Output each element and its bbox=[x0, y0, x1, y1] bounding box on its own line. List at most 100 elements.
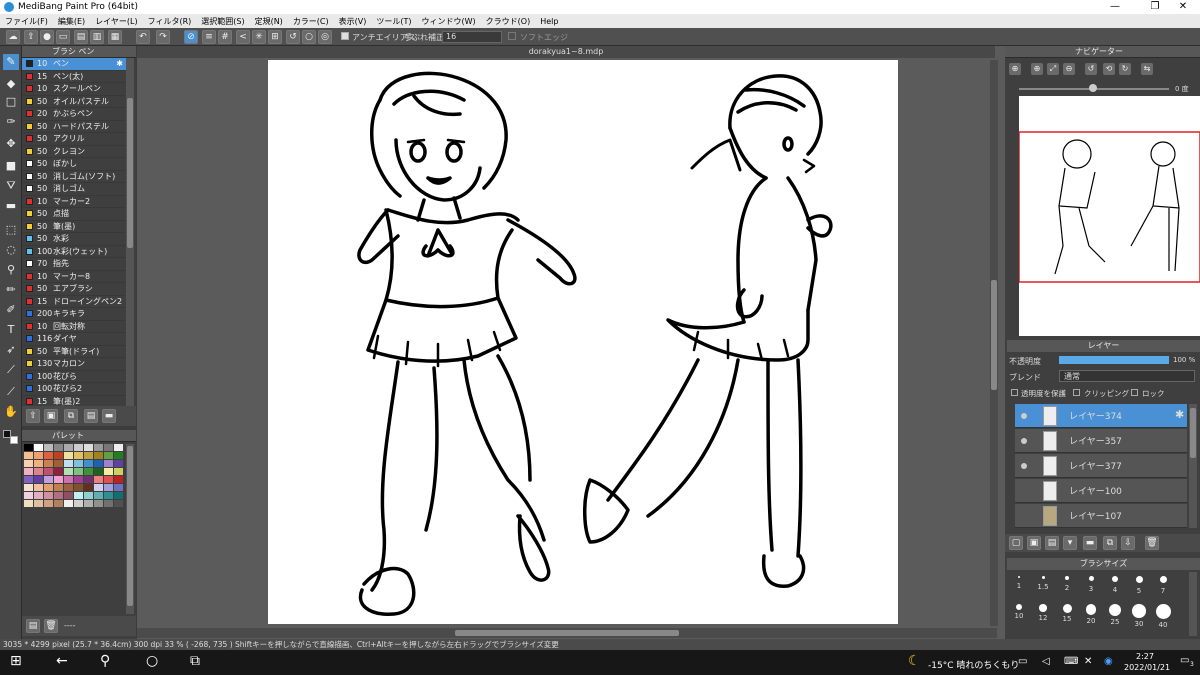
brush-item[interactable]: 50 ハードパステル bbox=[22, 121, 126, 133]
palette-swatch[interactable] bbox=[114, 476, 123, 483]
palette-swatch[interactable] bbox=[114, 492, 123, 499]
palette-swatch[interactable] bbox=[114, 500, 123, 507]
folder-icon[interactable]: ▬ bbox=[1083, 536, 1097, 550]
palette-swatch[interactable] bbox=[64, 492, 73, 499]
brush-item[interactable]: 50 水彩 bbox=[22, 233, 126, 246]
palette-swatch[interactable] bbox=[34, 484, 43, 491]
menu-select[interactable]: 選択範囲(S) bbox=[196, 16, 249, 27]
brush-scroll-thumb[interactable] bbox=[127, 98, 133, 248]
snap-grid-icon[interactable]: # bbox=[218, 30, 232, 44]
snap-curve-icon[interactable]: ↺ bbox=[286, 30, 300, 44]
palette-swatch[interactable] bbox=[74, 468, 83, 475]
palette-swatch[interactable] bbox=[74, 500, 83, 507]
brush-item[interactable]: 200 キラキラ bbox=[22, 308, 126, 321]
menu-edit[interactable]: 編集(E) bbox=[53, 16, 90, 27]
palette-swatch[interactable] bbox=[84, 468, 93, 475]
palette-swatch[interactable] bbox=[44, 484, 53, 491]
palette-swatch[interactable] bbox=[34, 492, 43, 499]
select-eraser-icon[interactable]: ✐ bbox=[3, 302, 19, 318]
dropper-tool-icon[interactable]: ⟋ bbox=[3, 384, 19, 400]
brush-copy-icon[interactable]: ⧉ bbox=[64, 409, 78, 423]
brush-size-option[interactable]: 40 bbox=[1151, 604, 1175, 629]
palette-swatch[interactable] bbox=[114, 460, 123, 467]
palette-swatch[interactable] bbox=[24, 444, 33, 451]
palette-swatch[interactable] bbox=[54, 468, 63, 475]
brush-tool-icon[interactable]: ✎ bbox=[3, 54, 19, 70]
opacity-slider[interactable] bbox=[1059, 356, 1169, 364]
delete-layer-icon[interactable]: 🗑 bbox=[1145, 536, 1159, 550]
navigator-thumbnail[interactable] bbox=[1018, 96, 1200, 336]
menu-help[interactable]: Help bbox=[535, 17, 563, 26]
layer-row[interactable]: レイヤー100 bbox=[1015, 479, 1187, 503]
palette-swatch[interactable] bbox=[84, 500, 93, 507]
menu-window[interactable]: ウィンドウ(W) bbox=[417, 16, 481, 27]
palette-swatch[interactable] bbox=[64, 468, 73, 475]
palette-swatch[interactable] bbox=[104, 444, 113, 451]
hand-tool-icon[interactable]: ✋ bbox=[3, 404, 19, 420]
gradient-tool-icon[interactable]: ▬ bbox=[3, 198, 19, 214]
text-tool-icon[interactable]: T bbox=[3, 322, 19, 338]
palette-swatch[interactable] bbox=[84, 476, 93, 483]
palette-delete-icon[interactable]: 🗑 bbox=[44, 619, 58, 633]
palette-swatch[interactable] bbox=[54, 460, 63, 467]
snap-parallel-icon[interactable]: ≡ bbox=[202, 30, 216, 44]
brush-item[interactable]: 70 指先 bbox=[22, 258, 126, 271]
snap-radial-icon[interactable]: ✳ bbox=[252, 30, 266, 44]
redo-icon[interactable]: ↷ bbox=[156, 30, 170, 44]
brush-item[interactable]: 50 クレヨン bbox=[22, 146, 126, 158]
palette-swatch[interactable] bbox=[74, 444, 83, 451]
snap-cross-icon[interactable]: ⊞ bbox=[268, 30, 282, 44]
visibility-icon[interactable] bbox=[1021, 438, 1027, 444]
palette-swatch[interactable] bbox=[74, 492, 83, 499]
brush-item[interactable]: 50 点描 bbox=[22, 208, 126, 221]
palette-swatch[interactable] bbox=[84, 492, 93, 499]
layer-row[interactable]: レイヤー107 bbox=[1015, 504, 1187, 528]
brush-size-option[interactable]: 25 bbox=[1103, 604, 1127, 629]
palette-swatch[interactable] bbox=[24, 460, 33, 467]
menu-ruler[interactable]: 定規(N) bbox=[250, 16, 288, 27]
brush-size-option[interactable]: 5 bbox=[1127, 576, 1151, 595]
canvas-hscroll-thumb[interactable] bbox=[455, 630, 679, 636]
brush-item[interactable]: 50 エアブラシ bbox=[22, 283, 126, 296]
zoom-out-icon[interactable]: ⊖ bbox=[1063, 63, 1075, 75]
brush-item[interactable]: 50 平筆(ドライ) bbox=[22, 346, 126, 358]
palette-scrollbar[interactable] bbox=[126, 444, 134, 614]
palette-swatch[interactable] bbox=[24, 492, 33, 499]
snap-circle-icon[interactable]: ○ bbox=[302, 30, 316, 44]
menu-file[interactable]: ファイル(F) bbox=[0, 16, 53, 27]
rotate-left-icon[interactable]: ↺ bbox=[1085, 63, 1097, 75]
palette-scroll-thumb[interactable] bbox=[127, 446, 133, 606]
brush-item[interactable]: 10 マーカー8 bbox=[22, 271, 126, 283]
palette-swatch[interactable] bbox=[54, 476, 63, 483]
palette-swatch[interactable] bbox=[114, 484, 123, 491]
brush-size-option[interactable]: 1 bbox=[1007, 576, 1031, 595]
visibility-icon[interactable] bbox=[1021, 413, 1027, 419]
palette-swatch[interactable] bbox=[64, 452, 73, 459]
select-pen-icon[interactable]: ✏ bbox=[3, 282, 19, 298]
windows-start-icon[interactable]: ⊞ bbox=[10, 653, 22, 669]
canvas-hscrollbar[interactable] bbox=[137, 628, 997, 638]
upload-icon[interactable]: ⇪ bbox=[24, 30, 38, 44]
notification-icon[interactable]: ▭ bbox=[1180, 655, 1189, 666]
page-icon[interactable]: ▤ bbox=[74, 30, 88, 44]
new-layer-menu-icon[interactable]: ▾ bbox=[1063, 536, 1077, 550]
palette-swatch[interactable] bbox=[74, 460, 83, 467]
palette-swatch[interactable] bbox=[44, 452, 53, 459]
grid-icon[interactable]: ▦ bbox=[108, 30, 122, 44]
palette-add-icon[interactable]: ▤ bbox=[26, 619, 40, 633]
brush-size-option[interactable]: 10 bbox=[1007, 604, 1031, 629]
antialias-checkbox[interactable] bbox=[341, 32, 349, 40]
palette-swatch[interactable] bbox=[84, 460, 93, 467]
palette-swatch[interactable] bbox=[24, 500, 33, 507]
palette-swatch[interactable] bbox=[104, 500, 113, 507]
zoom-in-icon[interactable]: ⊕ bbox=[1009, 63, 1021, 75]
palette-swatch[interactable] bbox=[24, 484, 33, 491]
palette-swatch[interactable] bbox=[84, 452, 93, 459]
cloud-icon[interactable]: ☁ bbox=[6, 30, 20, 44]
rotation-slider-thumb[interactable] bbox=[1089, 84, 1097, 92]
visibility-icon[interactable] bbox=[1021, 463, 1027, 469]
new-layer-8bit-icon[interactable]: ▤ bbox=[1045, 536, 1059, 550]
palette-swatch[interactable] bbox=[34, 444, 43, 451]
brush-page-icon[interactable]: ▤ bbox=[84, 409, 98, 423]
palette-swatch[interactable] bbox=[94, 492, 103, 499]
